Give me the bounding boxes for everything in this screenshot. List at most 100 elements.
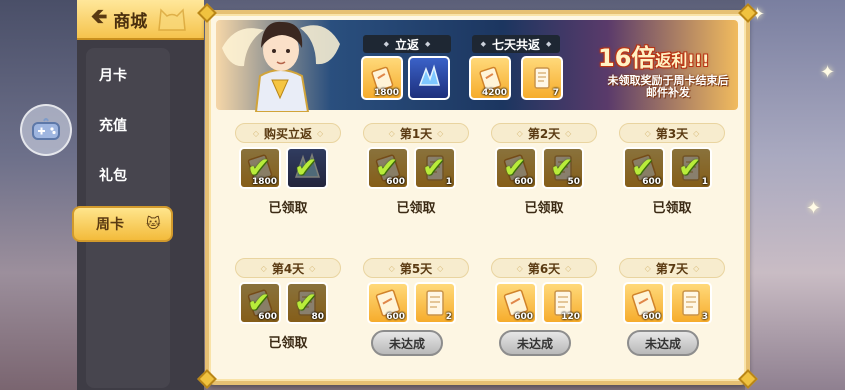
day-reward-cell: 第4天 ✔600✔80 已领取 xyxy=(233,258,343,368)
shop-title: 商城 xyxy=(113,11,148,32)
day-label-text: 购买立返 xyxy=(263,126,312,141)
sidebar-item-recharge[interactable]: 充值 xyxy=(77,107,173,143)
sidebar-item-gift-pack[interactable]: 礼包 xyxy=(77,157,173,193)
reward-count: 50 xyxy=(567,177,580,187)
reward-item[interactable]: ✔ 1 xyxy=(670,147,712,189)
day-label-text: 第5天 xyxy=(399,261,433,276)
day-label-text: 第2天 xyxy=(527,126,561,141)
reward-item[interactable]: ✔ 600 xyxy=(495,147,537,189)
reward-count: 80 xyxy=(311,312,324,322)
sparkle-icon: ✦ xyxy=(820,62,836,83)
cat-icon: 🐱 xyxy=(146,216,161,232)
reward-count: 1800 xyxy=(373,88,399,98)
reward-count: 120 xyxy=(561,312,580,322)
banner-reward-scroll[interactable]: 4200 xyxy=(469,56,511,100)
day-label-text: 第6天 xyxy=(527,261,561,276)
day-label: 第6天 xyxy=(491,258,597,278)
back-arrow-icon[interactable]: 🡸 xyxy=(91,2,107,36)
reward-item[interactable]: 3 xyxy=(670,282,712,324)
claimed-status: 已领取 xyxy=(268,201,308,216)
reward-item[interactable]: ✔ 1 xyxy=(414,147,456,189)
reward-item[interactable]: 600 xyxy=(367,282,409,324)
background-left xyxy=(0,0,80,390)
multiplier-value: 16倍 xyxy=(598,44,656,72)
reward-count: 1800 xyxy=(251,177,277,187)
reward-count: 2 xyxy=(445,312,452,322)
day-reward-cell: 第1天✔600✔1已领取 xyxy=(361,123,471,233)
banner-reward-crystal[interactable] xyxy=(408,56,450,100)
background-right xyxy=(745,0,845,390)
day-label: 第5天 xyxy=(363,258,469,278)
reward-count: 600 xyxy=(514,177,533,187)
day-label-text: 第3天 xyxy=(655,126,689,141)
reward-item[interactable]: ✔ 80 xyxy=(286,282,328,324)
banner-note: 未领取奖励于周卡结束后邮件补发 xyxy=(607,74,729,99)
banner-reward-parchment[interactable]: 7 xyxy=(521,56,563,100)
not-achieved-button[interactable]: 未达成 xyxy=(371,330,443,356)
claimed-status: 已领取 xyxy=(652,201,692,216)
seven-day-return-label: 七天共返 xyxy=(472,35,560,53)
checkmark-icon: ✔ xyxy=(678,151,702,184)
day-reward-cell: 第2天 ✔600✔50 已领取 xyxy=(489,123,599,233)
not-achieved-button[interactable]: 未达成 xyxy=(627,330,699,356)
day-reward-cell: 购买立返 ✔1800 ✔ 已领取 xyxy=(233,123,343,233)
reward-item[interactable]: 600 xyxy=(495,282,537,324)
day-label-text: 第7天 xyxy=(655,261,689,276)
reward-count: 600 xyxy=(386,312,405,322)
reward-count: 600 xyxy=(258,312,277,322)
claimed-status: 已领取 xyxy=(396,201,436,216)
checkmark-icon: ✔ xyxy=(294,151,318,184)
reward-count: 600 xyxy=(642,312,661,322)
reward-item[interactable]: ✔ 600 xyxy=(623,147,665,189)
day-reward-cell: 第3天✔600✔1已领取 xyxy=(617,123,727,233)
reward-count: 600 xyxy=(386,177,405,187)
day-label: 第3天 xyxy=(619,123,725,143)
reward-item[interactable]: 2 xyxy=(414,282,456,324)
reward-item[interactable]: ✔ 1800 xyxy=(239,147,281,189)
sidebar-item-monthly-card[interactable]: 月卡 xyxy=(77,57,173,93)
day-label: 第4天 xyxy=(235,258,341,278)
reward-count: 1 xyxy=(445,177,452,187)
day-label-text: 第1天 xyxy=(399,126,433,141)
reward-count: 600 xyxy=(514,312,533,322)
claimed-status: 已领取 xyxy=(268,336,308,351)
reward-count: 3 xyxy=(701,312,708,322)
gamepad-button[interactable] xyxy=(20,104,72,156)
reward-item[interactable]: ✔ 600 xyxy=(367,147,409,189)
reward-count: 4200 xyxy=(481,88,507,98)
sidebar-item-label: 礼包 xyxy=(99,168,127,184)
reward-count: 1 xyxy=(701,177,708,187)
sidebar-item-label: 周卡 xyxy=(96,217,124,233)
sidebar-item-weekly-card[interactable]: 周卡 🐱 xyxy=(72,206,173,242)
day-label: 第1天 xyxy=(363,123,469,143)
not-achieved-button[interactable]: 未达成 xyxy=(499,330,571,356)
hero-character-illustration xyxy=(222,21,340,112)
reward-count: 7 xyxy=(552,88,559,98)
claimed-status: 已领取 xyxy=(524,201,564,216)
day-label: 第7天 xyxy=(619,258,725,278)
shop-header: 🡸 商城 xyxy=(77,0,204,40)
reward-item[interactable]: ✔ 600 xyxy=(239,282,281,324)
banner-reward-scroll[interactable]: 1800 xyxy=(361,56,403,100)
reward-count: 600 xyxy=(642,177,661,187)
checkmark-icon: ✔ xyxy=(422,151,446,184)
reward-item[interactable]: ✔ 50 xyxy=(542,147,584,189)
day-reward-cell: 第7天 600 3未达成 xyxy=(617,258,727,368)
instant-return-label: 立返 xyxy=(363,35,451,53)
cat-head-icon xyxy=(158,8,187,31)
gamepad-icon xyxy=(32,118,60,140)
rebate-multiplier-title: 16倍返利!!! xyxy=(598,38,709,73)
sparkle-icon: ✦ xyxy=(806,198,822,219)
reward-item[interactable]: 120 xyxy=(542,282,584,324)
day-label: 购买立返 xyxy=(235,123,341,143)
sidebar-item-label: 充值 xyxy=(99,118,127,134)
sidebar-item-label: 月卡 xyxy=(99,68,127,84)
reward-item[interactable]: ✔ xyxy=(286,147,328,189)
day-label: 第2天 xyxy=(491,123,597,143)
reward-item[interactable]: 600 xyxy=(623,282,665,324)
blue-crystal-icon xyxy=(418,64,440,86)
day-label-text: 第4天 xyxy=(271,261,305,276)
day-reward-cell: 第5天 600 2未达成 xyxy=(361,258,471,368)
multiplier-suffix: 返利!!! xyxy=(655,51,710,70)
day-reward-cell: 第6天 600 120 未达成 xyxy=(489,258,599,368)
